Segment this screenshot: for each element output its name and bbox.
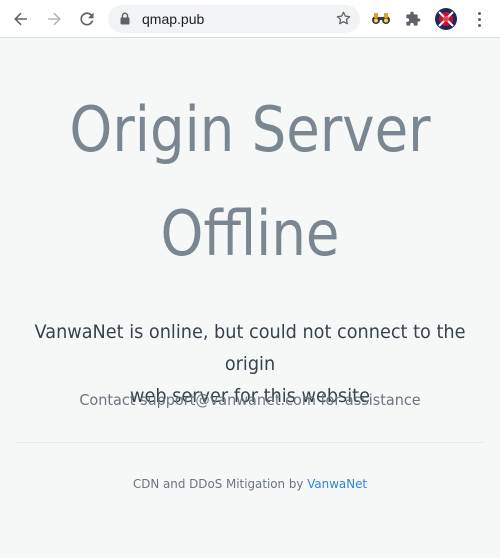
address-bar[interactable]: qmap.pub bbox=[108, 5, 360, 33]
footer: CDN and DDoS Mitigation by VanwaNet bbox=[13, 474, 488, 494]
arrow-right-icon bbox=[48, 12, 61, 26]
profile-avatar-icon bbox=[435, 8, 457, 30]
lock-icon[interactable] bbox=[120, 12, 130, 25]
forward-button[interactable] bbox=[41, 6, 67, 32]
contact-text: Contact support@vanwanet.com for assista… bbox=[79, 391, 421, 409]
avatar[interactable] bbox=[435, 8, 457, 30]
divider bbox=[16, 442, 484, 443]
page-title: Origin Server Offline bbox=[30, 78, 470, 286]
browser-toolbar: qmap.pub bbox=[0, 0, 500, 38]
error-page: Origin Server Offline VanwaNet is online… bbox=[0, 38, 500, 558]
extension-button[interactable] bbox=[369, 7, 393, 31]
star-icon[interactable] bbox=[335, 10, 352, 27]
binoculars-icon bbox=[372, 13, 390, 24]
vanwanet-link[interactable]: VanwaNet bbox=[307, 476, 367, 491]
reload-button[interactable] bbox=[74, 6, 100, 32]
url-text[interactable]: qmap.pub bbox=[142, 5, 204, 33]
three-dots-menu-icon[interactable] bbox=[472, 8, 486, 30]
title-line-2: Offline bbox=[160, 197, 340, 270]
back-button[interactable] bbox=[8, 6, 34, 32]
reload-icon bbox=[80, 12, 94, 26]
arrow-left-icon bbox=[14, 12, 27, 26]
title-line-1: Origin Server bbox=[69, 93, 431, 166]
puzzle-piece-icon bbox=[406, 11, 421, 26]
footer-text: CDN and DDoS Mitigation by bbox=[132, 476, 304, 491]
extensions-button[interactable] bbox=[401, 7, 425, 31]
message-line-1: VanwaNet is online, but could not connec… bbox=[34, 321, 466, 375]
